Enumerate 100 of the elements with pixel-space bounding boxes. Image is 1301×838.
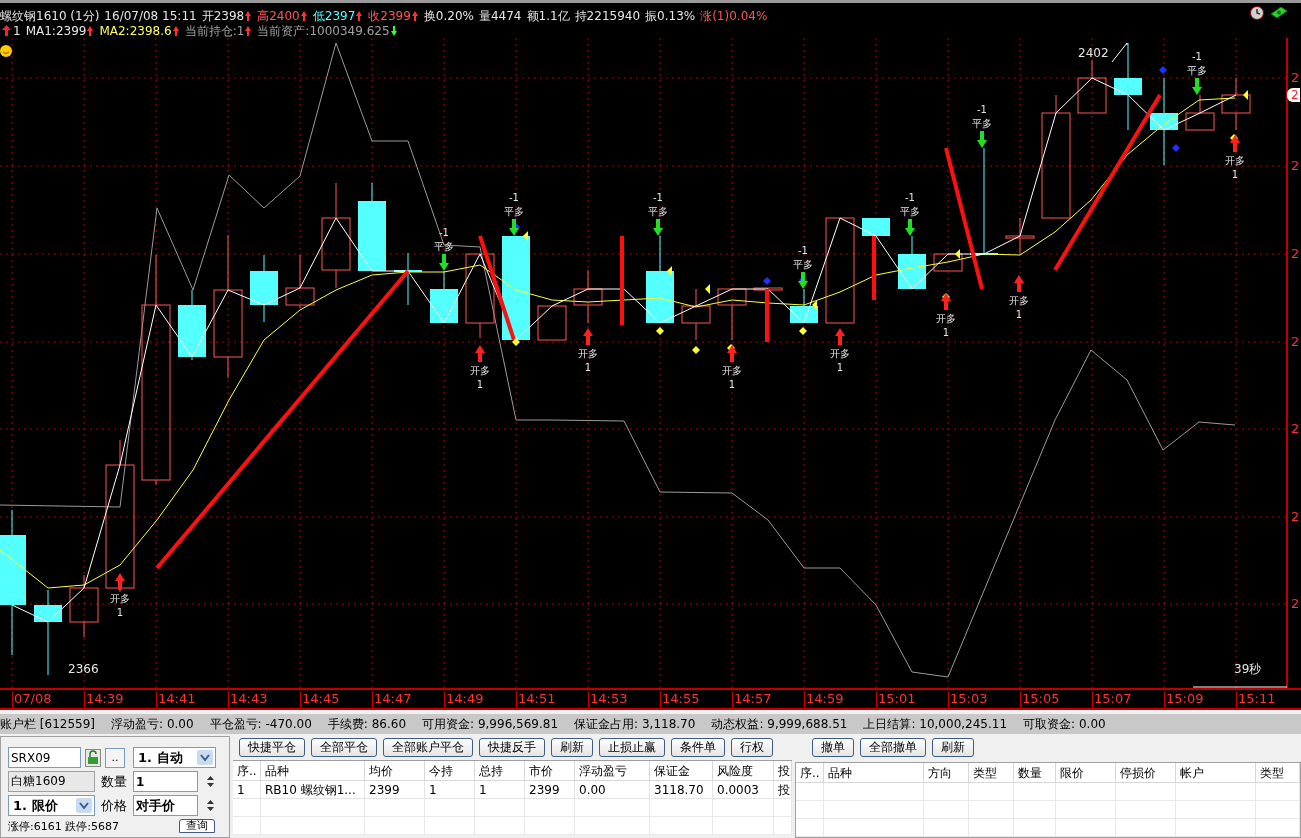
quote-field: 涨(1)0.04% <box>700 8 768 23</box>
column-header[interactable]: 数量 <box>1014 763 1056 782</box>
clock-icon[interactable] <box>1250 6 1264 20</box>
signal-label: 开多 <box>578 347 598 361</box>
more-button[interactable]: .. <box>105 747 125 768</box>
up-arrow-icon <box>475 345 485 362</box>
signal-quantity: 1 <box>1015 308 1023 322</box>
column-header[interactable]: 总持 <box>475 761 525 780</box>
column-header[interactable]: 今持 <box>425 761 475 780</box>
price-flag: 2 <box>1287 88 1300 102</box>
column-header[interactable]: 保证金 <box>650 761 713 780</box>
axis-label: 15:05 <box>1020 691 1060 708</box>
candlestick <box>862 217 890 237</box>
price-field[interactable]: 对手价 <box>133 795 198 816</box>
column-header[interactable]: 浮动盈亏 <box>575 761 650 780</box>
column-header[interactable]: 序.. <box>796 763 824 782</box>
toolbar-button[interactable]: 快捷反手 <box>479 737 545 757</box>
column-header[interactable]: 方向 <box>924 763 969 782</box>
toolbar-button[interactable]: 全部账户平仓 <box>383 737 473 757</box>
table-cell: RB10 螺纹钢1... <box>261 781 365 798</box>
column-header[interactable]: 市价 <box>525 761 575 780</box>
up-arrow-icon <box>941 293 951 310</box>
quote-field: 低2397 <box>312 8 356 23</box>
signal-quantity: 1 <box>476 378 484 392</box>
signal-label: 平多 <box>793 258 813 272</box>
axis-label: 14:55 <box>660 691 700 708</box>
table-cell: 0.00 <box>575 781 650 798</box>
column-header[interactable]: 停损价 <box>1116 763 1176 782</box>
quote-field: MA2:2398.6 <box>99 23 172 38</box>
candlestick <box>1221 77 1251 131</box>
up-arrow-icon <box>1230 135 1240 152</box>
column-header[interactable]: 均价 <box>365 761 425 780</box>
candlestick <box>681 288 711 341</box>
table-cell: 1 <box>425 781 475 798</box>
axis-label: 2 <box>1291 510 1300 524</box>
toolbar-button[interactable]: 刷新 <box>551 737 593 757</box>
toolbar-button[interactable]: 行权 <box>731 737 773 757</box>
signal-label: 开多 <box>936 312 956 326</box>
column-header[interactable]: 限价 <box>1056 763 1116 782</box>
toolbar-button[interactable]: 全部撤单 <box>860 737 926 757</box>
column-header[interactable]: 序.. <box>233 761 261 780</box>
trend-line <box>872 236 876 300</box>
signal-label: 开多 <box>830 347 850 361</box>
money-icon[interactable] <box>1270 6 1288 19</box>
account-field[interactable]: SRX09 <box>8 747 81 768</box>
toolbar-button[interactable]: 全部平仓 <box>311 737 377 757</box>
candlestick <box>430 270 458 324</box>
column-header[interactable]: 类型 <box>969 763 1014 782</box>
down-arrow-icon <box>905 219 915 236</box>
toolbar-button[interactable]: 撤单 <box>812 737 854 757</box>
signal-quantity: 1 <box>584 361 592 375</box>
axis-label: 14:39 <box>84 691 124 708</box>
toolbar-button[interactable]: 刷新 <box>932 737 974 757</box>
column-header[interactable]: 投 <box>774 761 792 780</box>
triangle-marker <box>523 231 528 241</box>
toolbar-button[interactable]: 条件单 <box>671 737 725 757</box>
quote-field: 持2215940 <box>574 8 641 23</box>
candlestick <box>1005 217 1035 255</box>
account-stat: 平仓盈亏: -470.00 <box>209 716 312 734</box>
quote-field: 高2400 <box>257 8 300 23</box>
lock-icon[interactable] <box>85 748 101 767</box>
table-cell: 0.0003 <box>713 781 774 798</box>
signal-quantity: -1 <box>653 191 663 205</box>
query-button[interactable]: 查询 <box>179 819 215 833</box>
dropdown[interactable]: 1. 限价 <box>8 795 95 816</box>
quote-field: 当前资产:1000349.625 <box>257 23 390 38</box>
toolbar-button[interactable]: 止损止赢 <box>599 737 665 757</box>
account-bar-title: 账户栏 [612559] <box>0 716 95 734</box>
axis-label: 15:07 <box>1092 691 1132 708</box>
candlestick <box>573 269 603 324</box>
column-header[interactable]: 类型 <box>1256 763 1300 782</box>
up-arrow-icon <box>583 328 593 345</box>
account-stat: 保证金占用: 3,118.70 <box>574 716 696 734</box>
axis-label: 15:09 <box>1164 691 1204 708</box>
candlestick <box>537 305 567 341</box>
signal-quantity: -1 <box>977 103 987 117</box>
quote-field: MA1:2399 <box>25 23 87 38</box>
axis-label: 2 <box>1291 335 1300 349</box>
price-label: 价格 <box>101 796 127 815</box>
candlestick <box>69 574 99 638</box>
signal-label: 开多 <box>722 364 742 378</box>
triangle-marker <box>1243 90 1248 100</box>
axis-label: 2 <box>1291 422 1300 436</box>
quantity-field[interactable]: 1 <box>133 771 198 792</box>
axis-label: 14:43 <box>228 691 268 708</box>
column-header[interactable]: 风险度 <box>713 761 774 780</box>
candlestick <box>933 253 963 272</box>
table-cell: 投 <box>774 781 792 798</box>
table-cell: 1 <box>233 781 261 798</box>
quote-field: 量4474 <box>478 8 522 23</box>
table-cell: 2399 <box>525 781 575 798</box>
candlestick <box>1077 59 1107 114</box>
candlestick <box>1185 94 1215 131</box>
signal-label: 开多 <box>110 592 130 606</box>
toolbar-button[interactable]: 快捷平仓 <box>239 737 305 757</box>
dropdown[interactable]: 1. 自动 <box>133 747 216 768</box>
diamond-marker <box>799 327 807 335</box>
column-header[interactable]: 品种 <box>824 763 924 782</box>
column-header[interactable]: 品种 <box>261 761 365 780</box>
column-header[interactable]: 帐户 <box>1176 763 1256 782</box>
